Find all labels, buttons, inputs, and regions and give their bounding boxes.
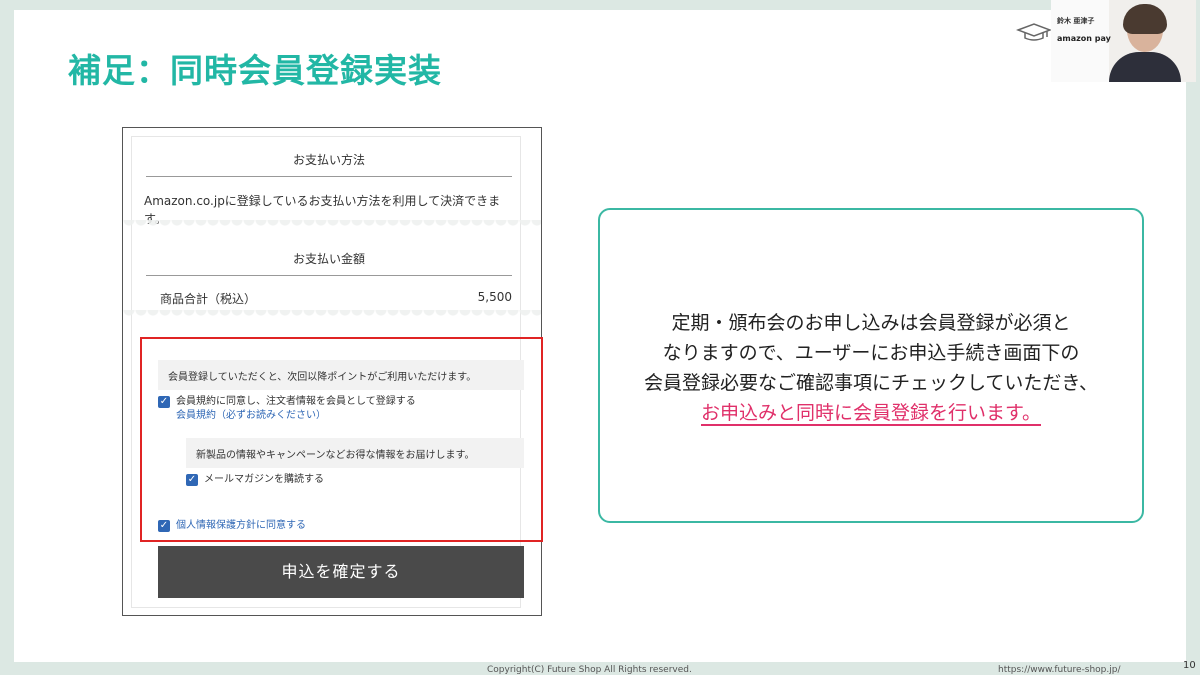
checkmark-icon[interactable]: ✓ (186, 474, 198, 486)
explanation-callout: 定期・頒布会のお申し込みは会員登録が必須と なりますので、ユーザーにお申込手続き… (598, 208, 1144, 523)
submit-order-button[interactable]: 申込を確定する (158, 546, 524, 598)
agree-member-text: 会員規約に同意し、注文者情報を会員として登録する 会員規約（必ずお読みください） (176, 395, 416, 423)
member-notice: 会員登録していただくと、次回以降ポイントがご利用いただけます。 (158, 360, 524, 390)
presenter-body (1109, 52, 1181, 82)
presenter-name: 鈴木 亜津子 (1057, 17, 1095, 25)
torn-edge-divider (123, 220, 541, 232)
subtotal-label: 商品合計（税込） (160, 292, 257, 306)
agree-member-checkbox-row[interactable]: ✓ 会員規約に同意し、注文者情報を会員として登録する 会員規約（必ずお読みくださ… (158, 395, 416, 423)
presenter-hair (1123, 4, 1167, 34)
copyright: Copyright(C) Future Shop All Rights rese… (487, 665, 692, 675)
graduation-cap-icon (1016, 23, 1052, 41)
privacy-label: 個人情報保護方針に同意する (176, 520, 306, 531)
callout-line: なりますので、ユーザーにお申込手続き画面下の (662, 342, 1080, 364)
subtotal-row: 商品合計（税込） 5,500 (160, 290, 512, 307)
page-number: 10 (1183, 660, 1196, 671)
newsletter-notice: 新製品の情報やキャンペーンなどお得な情報をお届けします。 (186, 438, 524, 468)
amazon-pay-logo: amazon pay (1057, 34, 1111, 43)
privacy-checkbox-row[interactable]: ✓ 個人情報保護方針に同意する (158, 519, 306, 533)
payment-amount-heading: お支払い金額 (146, 250, 512, 276)
callout-line: 定期・頒布会のお申し込みは会員登録が必須と (671, 312, 1071, 334)
payment-method-text-line1: Amazon.co.jpに登録しているお支払い方法を利用して決済できま (144, 194, 501, 208)
newsletter-label: メールマガジンを購読する (204, 474, 324, 485)
member-terms-link[interactable]: 会員規約（必ずお読みください） (176, 410, 326, 421)
subtotal-value: 5,500 (477, 290, 512, 304)
presenter-webcam: 鈴木 亜津子 amazon pay (1051, 0, 1196, 82)
slide-title: 補足：同時会員登録実装 (68, 51, 442, 90)
footer-url: https://www.future-shop.jp/ (998, 665, 1121, 675)
callout-text: 定期・頒布会のお申し込みは会員登録が必須と なりますので、ユーザーにお申込手続き… (600, 308, 1142, 428)
callout-line: 会員登録必要なご確認事項にチェックしていただき、 (643, 372, 1099, 394)
callout-highlight: お申込みと同時に会員登録を行います。 (700, 402, 1042, 426)
agree-member-label: 会員規約に同意し、注文者情報を会員として登録する (176, 396, 416, 407)
checkmark-icon[interactable]: ✓ (158, 520, 170, 532)
checkmark-icon[interactable]: ✓ (158, 396, 170, 408)
torn-edge-divider (123, 310, 541, 322)
newsletter-checkbox-row[interactable]: ✓ メールマガジンを購読する (186, 473, 324, 487)
payment-method-heading: お支払い方法 (146, 151, 512, 177)
